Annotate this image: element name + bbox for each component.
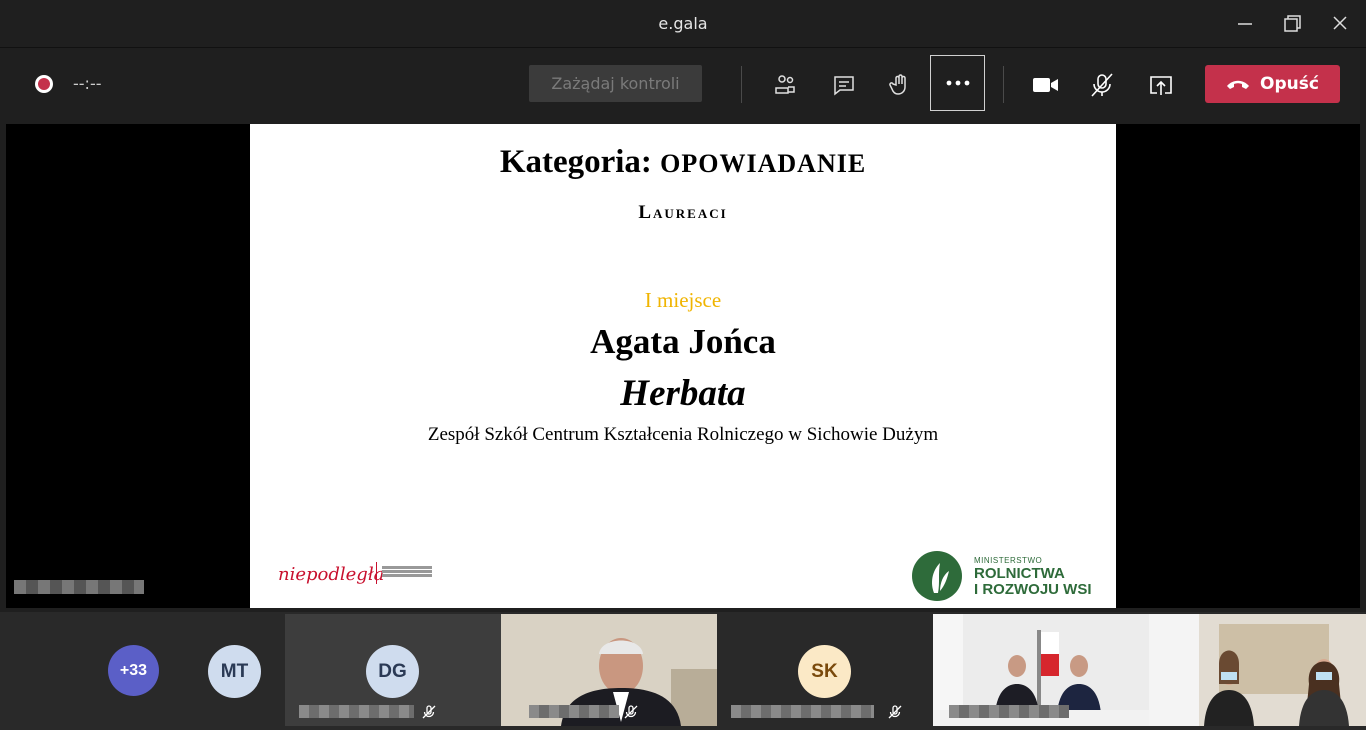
close-button[interactable] [1320,8,1360,40]
microphone-button[interactable] [1082,65,1122,105]
ministry-line-2: I ROZWOJU WSI [974,581,1092,598]
laureates-text: Laureaci [638,202,728,223]
leave-button[interactable]: Opuść [1205,65,1340,103]
restore-button[interactable] [1272,8,1312,40]
title-bar: e.gala [0,0,1366,48]
mic-off-icon [624,705,638,719]
avatar-sk: SK [798,645,851,698]
slide-laureates-heading: Laureaci [250,202,1116,224]
raise-hand-icon [889,74,906,95]
avatar-mt[interactable]: MT [208,645,261,698]
participant-video-3-image [1149,614,1366,726]
microphone-off-icon [1091,73,1113,97]
participant-tile-sk[interactable]: SK [717,614,933,726]
camera-button[interactable] [1026,65,1066,105]
category-prefix: Kategoria: [499,144,652,180]
slide-place: I miejsce [644,288,722,312]
window-title: e.gala [658,14,708,33]
toolbar-divider [1003,66,1004,103]
restore-icon [1284,15,1301,32]
avatar-dg: DG [366,645,419,698]
ministry-label: ROLNICTWA I ROZWOJU WSI [974,566,1092,598]
share-screen-icon [1150,76,1172,95]
participant-video-1[interactable] [501,614,717,726]
slide-category: Kategoria: OPOWIADANIE [250,144,1116,181]
niepodlegla-logo-text: niepodległa [278,564,385,585]
more-icon [946,80,969,86]
ministry-label-small: MINISTERSTWO [974,556,1043,565]
slide-work-title: Herbata [620,373,746,414]
ministry-emblem-icon [912,551,962,601]
participant-tile-dg[interactable]: DG [285,614,501,726]
close-icon [1333,16,1347,30]
participant-name-blurred [731,705,874,718]
participant-name-blurred [529,705,619,718]
mic-off-icon [888,705,902,719]
chat-button[interactable] [824,65,864,105]
presentation-slide: Kategoria: OPOWIADANIE Laureaci I miejsc… [250,124,1116,608]
minimize-button[interactable] [1225,8,1265,40]
ministry-line-1: ROLNICTWA [974,565,1065,582]
participants-button[interactable] [765,65,805,105]
participant-video-2[interactable] [933,614,1149,726]
logo-divider [376,562,377,584]
participant-name-blurred [949,705,1069,718]
category-value: OPOWIADANIE [660,149,867,178]
slide-school: Zespół Szkół Centrum Kształcenia Rolnicz… [427,424,939,445]
participant-strip: +33 MT DG SK [0,612,1366,730]
shared-content-stage: Kategoria: OPOWIADANIE Laureaci I miejsc… [6,124,1360,608]
niepodlegla-logo: niepodległa [278,558,432,592]
request-control-button[interactable]: Zażądaj kontroli [529,65,702,102]
chat-icon [834,76,854,96]
participant-video-3[interactable] [1149,614,1366,726]
more-actions-button[interactable] [930,55,985,111]
participants-icon [775,75,795,94]
toolbar-divider [741,66,742,103]
share-screen-button[interactable] [1141,65,1181,105]
participant-name-blurred [299,705,414,718]
recording-indicator-icon [35,75,53,93]
minimize-icon [1238,23,1252,25]
leave-label: Opuść [1260,74,1319,94]
presenter-name-blurred [14,580,144,594]
camera-icon [1033,78,1058,92]
meeting-timer: --:-- [73,74,102,93]
meeting-toolbar: --:-- Zażądaj kontroli Opuść [0,48,1366,122]
raise-hand-button[interactable] [880,65,920,105]
overflow-participants-button[interactable]: +33 [108,645,159,696]
mic-off-icon [422,705,436,719]
hang-up-icon [1227,80,1250,89]
logo-small-text [382,566,432,569]
slide-winner-name: Agata Jońca [590,322,776,361]
ministry-logo: MINISTERSTWO ROLNICTWA I ROZWOJU WSI [912,551,1092,601]
